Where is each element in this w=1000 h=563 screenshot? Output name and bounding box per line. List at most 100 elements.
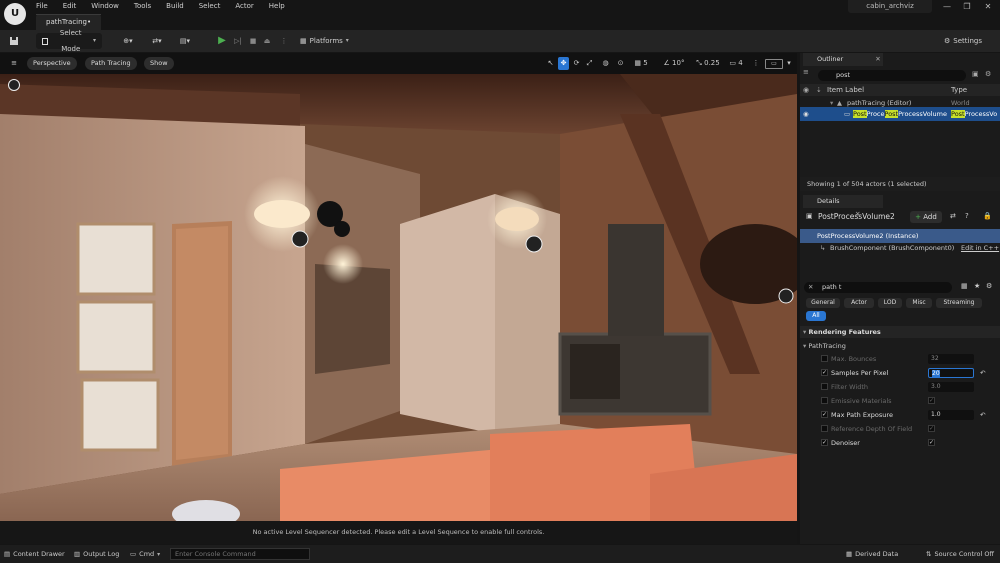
help-icon[interactable]: ? (965, 212, 969, 220)
group-pathtracing[interactable]: ▾ PathTracing (800, 340, 1000, 352)
derived-data-button[interactable]: ▦ Derived Data (846, 549, 898, 560)
add-content-icon[interactable]: ⊕▾ (117, 33, 139, 49)
grid-snap-toggle[interactable]: ▦ 5 (630, 57, 652, 70)
col-item-label[interactable]: Item Label (827, 86, 864, 94)
menu-icon[interactable]: ≡ (803, 68, 813, 76)
gear-icon[interactable]: ⚙ (986, 282, 992, 290)
blueprint-icon[interactable]: ⇄▾ (146, 33, 168, 49)
tab-details[interactable]: Details ✕ (803, 195, 883, 218)
details-search-input[interactable]: ✕ path t (804, 282, 952, 293)
tab-outliner[interactable]: Outliner ✕ (803, 53, 883, 66)
filter-actor[interactable]: Actor (844, 298, 874, 308)
select-mode-dropdown[interactable]: Select Mode ▾ (36, 29, 102, 53)
menu-edit[interactable]: Edit (63, 2, 77, 10)
override-checkbox[interactable] (821, 425, 828, 432)
filter-general[interactable]: General (806, 298, 840, 308)
unreal-logo-icon[interactable]: U (4, 3, 26, 25)
property-value[interactable]: 1.0 (928, 410, 974, 420)
surface-snap-icon[interactable]: ⊙ (615, 57, 626, 70)
menu-build[interactable]: Build (166, 2, 184, 10)
translate-tool-icon[interactable]: ✥ (558, 57, 569, 70)
outliner-row-selected[interactable]: ◉ ▭ PostProcePostProcessVolume PostProce… (800, 107, 1000, 121)
star-icon[interactable]: ★ (974, 282, 980, 290)
scale-tool-icon[interactable]: ⤢ (584, 57, 595, 70)
menu-file[interactable]: File (36, 2, 48, 10)
layout-icon[interactable]: ▭ (765, 59, 783, 69)
chevron-down-icon[interactable]: ▾ (785, 57, 793, 70)
filter-lod[interactable]: LOD (878, 298, 902, 308)
camera-speed-button[interactable]: ▭ 4 (726, 57, 746, 70)
more-options-icon[interactable]: ⋮ (279, 33, 289, 49)
viewport-menu-icon[interactable]: ≡ (8, 57, 20, 70)
console-command-input[interactable] (170, 548, 310, 560)
property-value[interactable]: 20 (928, 368, 974, 378)
col-type[interactable]: Type (951, 86, 967, 94)
filter-streaming[interactable]: Streaming (936, 298, 982, 308)
override-checkbox[interactable] (821, 355, 828, 362)
filter-all[interactable]: All (806, 311, 826, 321)
edit-in-cpp-link[interactable]: Edit in C++ (961, 241, 999, 255)
section-label: Rendering Features (808, 328, 881, 336)
save-icon[interactable] (6, 33, 22, 49)
value-checkbox[interactable]: ✓ (928, 425, 935, 432)
settings-button[interactable]: ⚙ Settings (944, 33, 994, 49)
close-icon[interactable]: ✕ (875, 55, 880, 63)
maximize-icon[interactable]: ❐ (960, 2, 974, 12)
table-view-icon[interactable]: ▦ (961, 282, 968, 290)
menu-tools[interactable]: Tools (134, 2, 151, 10)
show-button[interactable]: Show (144, 57, 174, 70)
component-row-brush[interactable]: ↳ BrushComponent (BrushComponent0) Edit … (800, 241, 1000, 255)
section-rendering-features[interactable]: ▾ Rendering Features (800, 326, 1000, 338)
source-control-button[interactable]: ⇅ Source Control Off (926, 549, 994, 560)
gear-icon[interactable]: ⚙ (985, 70, 991, 78)
reset-icon[interactable]: ↶ (980, 366, 985, 380)
content-drawer-button[interactable]: ▤ Content Drawer (4, 549, 65, 560)
cinematics-icon[interactable]: ▤▾ (174, 33, 196, 49)
platforms-dropdown[interactable]: ▦ Platforms ▾ (300, 33, 356, 49)
override-checkbox[interactable] (821, 383, 828, 390)
world-space-icon[interactable]: ◍ (600, 57, 611, 70)
title-bar: U File Edit Window Tools Build Select Ac… (0, 0, 1000, 30)
blueprint-icon[interactable]: ⇄ (950, 212, 956, 220)
reset-icon[interactable]: ↶ (980, 408, 985, 422)
override-checkbox[interactable]: ✓ (821, 411, 828, 418)
more-options-icon[interactable]: ⋮ (752, 57, 760, 70)
folder-icon[interactable]: ▣ (972, 70, 979, 78)
outliner-search-input[interactable]: post (818, 70, 966, 81)
value-checkbox[interactable]: ✓ (928, 439, 935, 446)
scale-snap-toggle[interactable]: ⤡ 0.25 (693, 57, 723, 70)
level-viewport[interactable]: ≡ Perspective Path Tracing Show ↖ ✥ ⟳ ⤢ … (0, 53, 797, 544)
details-tab-label: Details (817, 197, 840, 205)
menu-select[interactable]: Select (199, 2, 221, 10)
lock-icon[interactable]: 🔒 (983, 212, 992, 220)
value-checkbox[interactable]: ✓ (928, 397, 935, 404)
rotate-tool-icon[interactable]: ⟳ (571, 57, 582, 70)
menu-actor[interactable]: Actor (235, 2, 253, 10)
rotation-snap-toggle[interactable]: ∠ 10° (660, 57, 688, 70)
clear-search-icon[interactable]: ✕ (808, 282, 813, 293)
close-window-icon[interactable]: ✕ (981, 2, 995, 12)
filter-misc[interactable]: Misc (906, 298, 932, 308)
cmd-dropdown[interactable]: ▭ Cmd ▾ (130, 549, 160, 560)
play-icon[interactable]: ▶ (215, 33, 229, 49)
stop-icon[interactable]: ■ (247, 33, 259, 49)
actor-icon: ▣ (806, 212, 813, 220)
minimize-icon[interactable]: — (940, 2, 954, 12)
output-log-button[interactable]: ▥ Output Log (74, 549, 119, 560)
viewport-options-icon[interactable] (8, 79, 20, 91)
override-checkbox[interactable] (821, 397, 828, 404)
property-value[interactable]: 3.0 (928, 382, 974, 392)
select-tool-icon[interactable]: ↖ (545, 57, 556, 70)
menu-window[interactable]: Window (91, 2, 119, 10)
sequencer-message: No active Level Sequencer detected. Plea… (0, 521, 797, 544)
override-checkbox[interactable]: ✓ (821, 369, 828, 376)
perspective-button[interactable]: Perspective (27, 57, 77, 70)
menu-help[interactable]: Help (269, 2, 285, 10)
eject-icon[interactable]: ⏏ (261, 33, 273, 49)
property-value[interactable]: 32 (928, 354, 974, 364)
view-mode-button[interactable]: Path Tracing (85, 57, 137, 70)
override-checkbox[interactable]: ✓ (821, 439, 828, 446)
add-component-button[interactable]: + Add (910, 211, 942, 223)
eye-icon[interactable]: ◉ (803, 107, 809, 121)
step-icon[interactable]: ▷| (232, 33, 244, 49)
